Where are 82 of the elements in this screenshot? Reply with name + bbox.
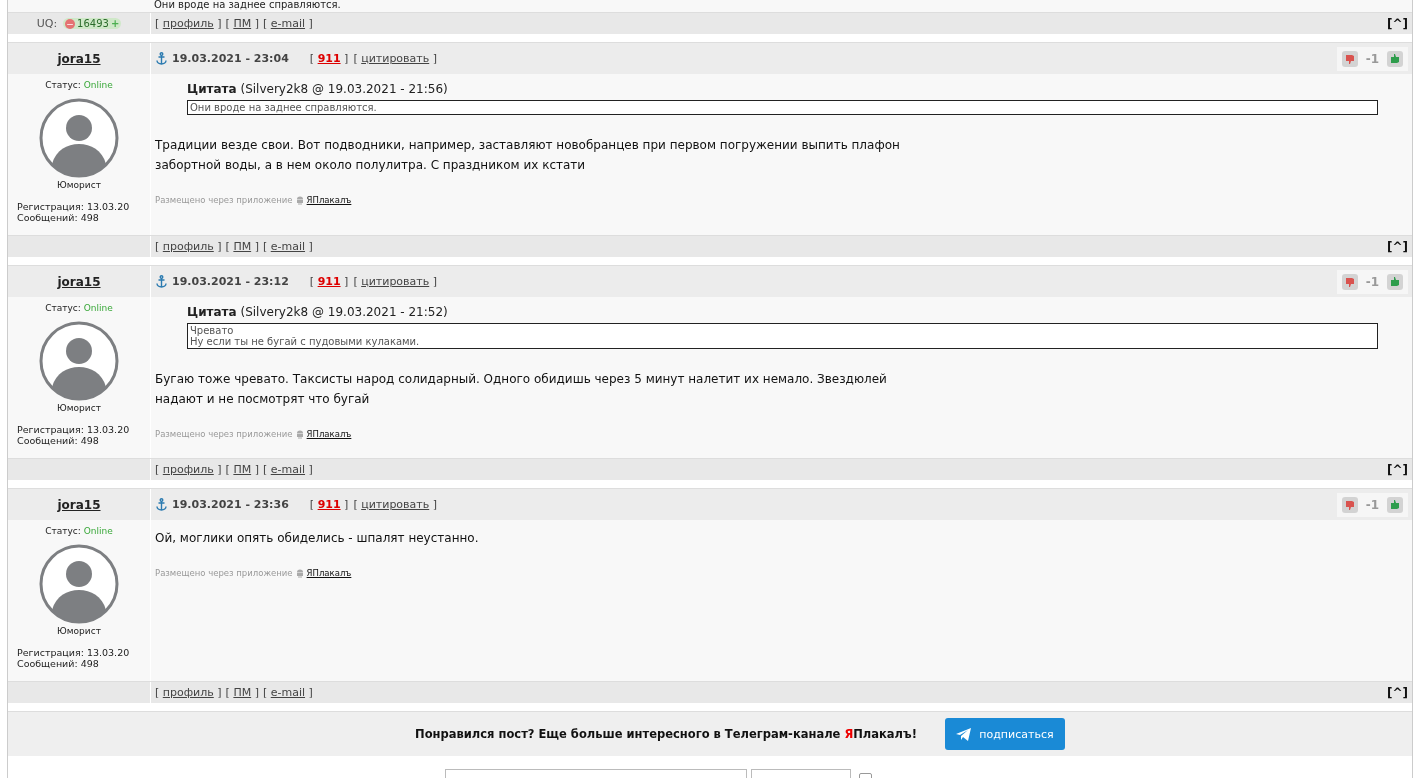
status-label: Статус: (45, 80, 81, 90)
app-link[interactable]: ЯПлакалъ (306, 429, 352, 439)
app-link[interactable]: ЯПлакалъ (306, 195, 352, 205)
profile-link[interactable]: [ e-mail ] (262, 686, 313, 699)
status-value: Online (83, 526, 113, 536)
android-icon (295, 195, 304, 205)
quote-link[interactable]: [ цитировать ] (353, 498, 437, 511)
app-link[interactable]: ЯПлакалъ (306, 568, 352, 578)
profile-link[interactable]: [ профиль ] (155, 240, 222, 253)
posted-via-label: Размещено через приложение (155, 568, 293, 578)
anchor-icon[interactable] (156, 52, 167, 65)
posted-via-label: Размещено через приложение (155, 429, 293, 439)
status-label: Статус: (45, 303, 81, 313)
profile-link[interactable]: [ профиль ] (155, 686, 222, 699)
message-count: Сообщений: 498 (16, 435, 99, 446)
profile-link[interactable]: [ ПМ ] (225, 463, 259, 476)
author-name[interactable]: jora15 (57, 274, 101, 289)
quote-box: Чревато Ну если ты не бугай с пудовыми кулаками. (187, 323, 1378, 349)
post-number-link[interactable]: [ 911 ] (309, 52, 349, 65)
rating-value: -1 (1365, 274, 1379, 289)
banner-text: Понравился пост? Еще больше интересного в Телеграм-канале ЯПлакалъ! (415, 727, 917, 741)
posted-via-label: Размещено через приложение (155, 195, 293, 205)
status-value: Online (83, 303, 113, 313)
subscribe-button[interactable]: подписаться (944, 718, 1065, 750)
profile-link[interactable]: [ профиль ] (155, 17, 222, 30)
quote-box: Они вроде на заднее справляются. (187, 100, 1378, 115)
paper-plane-icon (956, 727, 972, 741)
post-date: 19.03.2021 - 23:36 (172, 498, 289, 511)
quote-source: (Silvery2k8 @ 19.03.2021 - 21:56) (240, 82, 448, 96)
scroll-top-link[interactable]: [^] (1386, 16, 1408, 31)
scroll-top-link[interactable]: [^] (1386, 462, 1408, 477)
quote-title: Цитата (187, 305, 237, 319)
profile-link[interactable]: [ ПМ ] (225, 240, 259, 253)
profile-link[interactable]: [ e-mail ] (262, 240, 313, 253)
message-count: Сообщений: 498 (16, 658, 99, 669)
profile-link[interactable]: [ ПМ ] (225, 686, 259, 699)
quote-link[interactable]: [ цитировать ] (353, 275, 437, 288)
profile-link[interactable]: [ e-mail ] (262, 463, 313, 476)
user-rank: Юморист (57, 180, 101, 190)
thumbs-down-icon[interactable] (1341, 496, 1358, 513)
post-number-link[interactable]: [ 911 ] (309, 275, 349, 288)
thumbs-up-icon[interactable] (1387, 496, 1403, 513)
avatar-icon (39, 321, 119, 401)
thumbs-up-icon[interactable] (1387, 50, 1403, 67)
profile-link[interactable]: [ ПМ ] (225, 17, 259, 30)
post-date: 19.03.2021 - 23:04 (172, 52, 289, 65)
quote-link[interactable]: [ цитировать ] (353, 52, 437, 65)
uq-badge: − 16493 + (63, 18, 122, 29)
post-text: Ой, моглики опять обиделись - шпалят неустанно. (155, 530, 480, 547)
quote-title: Цитата (187, 82, 237, 96)
author-name[interactable]: jora15 (57, 497, 101, 512)
user-rank: Юморист (57, 403, 101, 413)
profile-link[interactable]: [ профиль ] (155, 463, 222, 476)
android-icon (295, 429, 304, 439)
user-rank: Юморист (57, 626, 101, 636)
rating-value: -1 (1365, 497, 1379, 512)
rating-value: -1 (1365, 51, 1379, 66)
profile-link[interactable]: [ e-mail ] (262, 17, 313, 30)
uq-label: UQ: (36, 17, 58, 30)
anchor-icon[interactable] (156, 498, 167, 511)
thumbs-up-icon[interactable] (1387, 273, 1403, 290)
registration-date: Регистрация: 13.03.20 (16, 201, 130, 212)
author-name[interactable]: jora15 (57, 51, 101, 66)
message-count: Сообщений: 498 (16, 212, 99, 223)
post-date: 19.03.2021 - 23:12 (172, 275, 289, 288)
status-label: Статус: (45, 526, 81, 536)
quote-source: (Silvery2k8 @ 19.03.2021 - 21:52) (240, 305, 448, 319)
avatar-icon (39, 98, 119, 178)
status-value: Online (83, 80, 113, 90)
android-icon (295, 568, 304, 578)
registration-date: Регистрация: 13.03.20 (16, 424, 130, 435)
post-text: Бугаю тоже чревато. Таксисты народ солидарный. Одного обидишь через 5 минут налетит их немало. Звездюлей надают и не посмотрят что бугай (155, 371, 888, 408)
post-number-link[interactable]: [ 911 ] (309, 498, 349, 511)
post-text: Традиции везде свои. Вот подводники, например, заставляют новобранцев при первом погружении выпить плафон забортной воды, а в нем около полулитра. С праздником их кстати (155, 137, 901, 174)
thumbs-down-icon[interactable] (1341, 273, 1358, 290)
scroll-top-link[interactable]: [^] (1386, 239, 1408, 254)
thumbs-down-icon[interactable] (1341, 50, 1358, 67)
post-text: Они вроде на заднее справляются. (154, 0, 341, 12)
registration-date: Регистрация: 13.03.20 (16, 647, 130, 658)
anchor-icon[interactable] (156, 275, 167, 288)
scroll-top-link[interactable]: [^] (1386, 685, 1408, 700)
avatar-icon (39, 544, 119, 624)
